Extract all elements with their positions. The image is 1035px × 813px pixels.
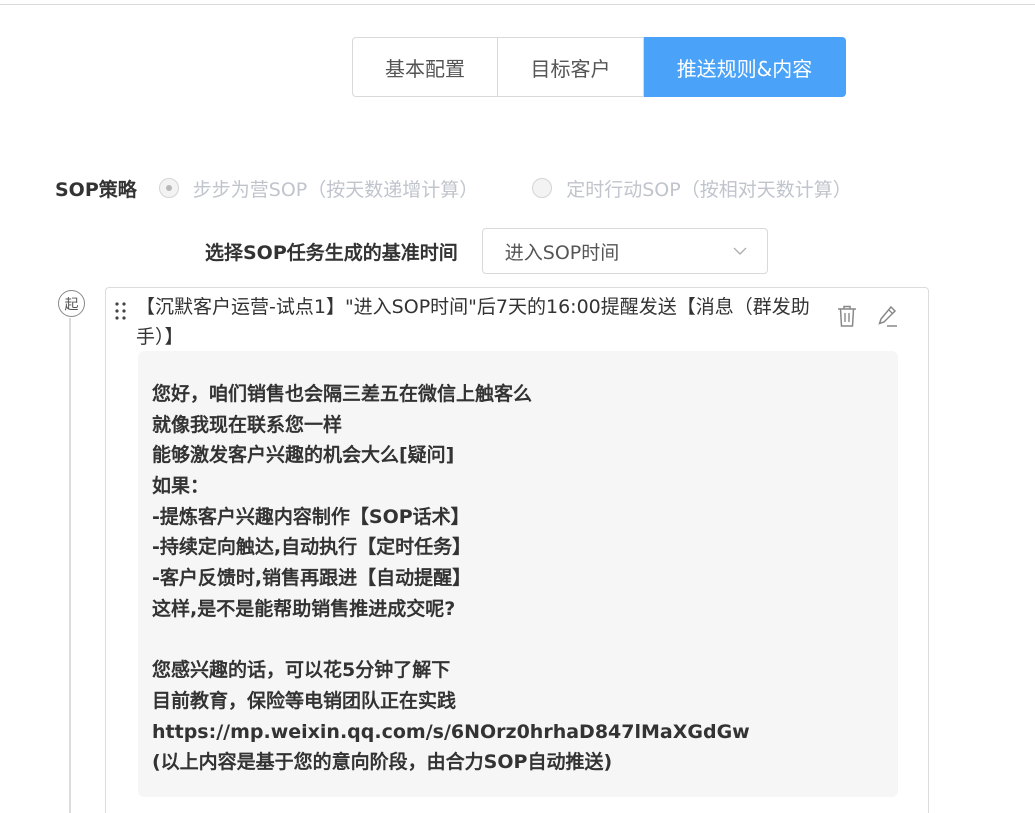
message-line: [152, 625, 898, 656]
radio-step-by-step-label: 步步为营SOP（按天数递增计算）: [192, 178, 479, 201]
top-divider: [0, 4, 1035, 5]
task-card: 【沉默客户运营-试点1】"进入SOP时间"后7天的16:00提醒发送【消息（群发…: [105, 287, 929, 813]
message-line: (以上内容是基于您的意向阶段，由合力SOP自动推送): [152, 751, 613, 774]
message-line: -客户反馈时,销售再跟进【自动提醒】: [152, 567, 472, 590]
timeline-start-node: 起: [58, 290, 85, 317]
tab-target-customers[interactable]: 目标客户: [498, 37, 644, 97]
page: 基本配置 目标客户 推送规则&内容 SOP策略 步步为营SOP（按天数递增计算）…: [0, 0, 1035, 813]
trash-icon[interactable]: [836, 304, 858, 328]
base-time-row: 选择SOP任务生成的基准时间 进入SOP时间: [205, 228, 768, 274]
step-tabs: 基本配置 目标客户 推送规则&内容: [352, 37, 846, 97]
drag-handle-icon[interactable]: [114, 300, 128, 322]
task-card-actions: [836, 304, 898, 328]
message-link[interactable]: https://mp.weixin.qq.com/s/6NOrz0hrhaD84…: [152, 717, 898, 748]
tab-push-rules-content[interactable]: 推送规则&内容: [644, 37, 846, 97]
message-line: 如果：: [152, 475, 210, 498]
chevron-down-icon: [733, 247, 747, 255]
base-time-select-value: 进入SOP时间: [504, 241, 620, 264]
message-line: 您好，咱们销售也会隔三差五在微信上触客么: [152, 383, 533, 405]
radio-option-scheduled[interactable]: 定时行动SOP（按相对天数计算）: [532, 175, 852, 202]
timeline-line: [69, 318, 71, 813]
message-line: 能够激发客户兴趣的机会大么[疑问]: [152, 444, 455, 467]
radio-scheduled[interactable]: [532, 178, 553, 198]
pencil-icon[interactable]: [876, 304, 898, 328]
base-time-label: 选择SOP任务生成的基准时间: [205, 241, 458, 264]
radio-step-by-step[interactable]: [158, 178, 179, 198]
message-line: 您感兴趣的话，可以花5分钟了解下: [152, 659, 451, 682]
message-line: 就像我现在联系您一样: [152, 413, 343, 436]
message-line: -持续定向触达,自动执行【定时任务】: [152, 536, 472, 559]
task-card-title: 【沉默客户运营-试点1】"进入SOP时间"后7天的16:00提醒发送【消息（群发…: [136, 296, 810, 348]
message-line: -提炼客户兴趣内容制作【SOP话术】: [152, 505, 470, 528]
sop-strategy-row: SOP策略 步步为营SOP（按天数递增计算） 定时行动SOP（按相对天数计算）: [55, 174, 852, 202]
tab-basic-config[interactable]: 基本配置: [352, 37, 498, 97]
radio-scheduled-label: 定时行动SOP（按相对天数计算）: [566, 178, 852, 201]
message-line: 目前教育，保险等电销团队正在实践: [152, 689, 457, 712]
base-time-select[interactable]: 进入SOP时间: [481, 228, 768, 274]
radio-option-step-by-step[interactable]: 步步为营SOP（按天数递增计算）: [158, 175, 479, 202]
message-line: 这样,是不是能帮助销售推进成交呢?: [152, 597, 456, 620]
sop-strategy-label: SOP策略: [55, 178, 137, 201]
message-content-box: 您好，咱们销售也会隔三差五在微信上触客么 就像我现在联系您一样 能够激发客户兴趣…: [138, 351, 898, 797]
